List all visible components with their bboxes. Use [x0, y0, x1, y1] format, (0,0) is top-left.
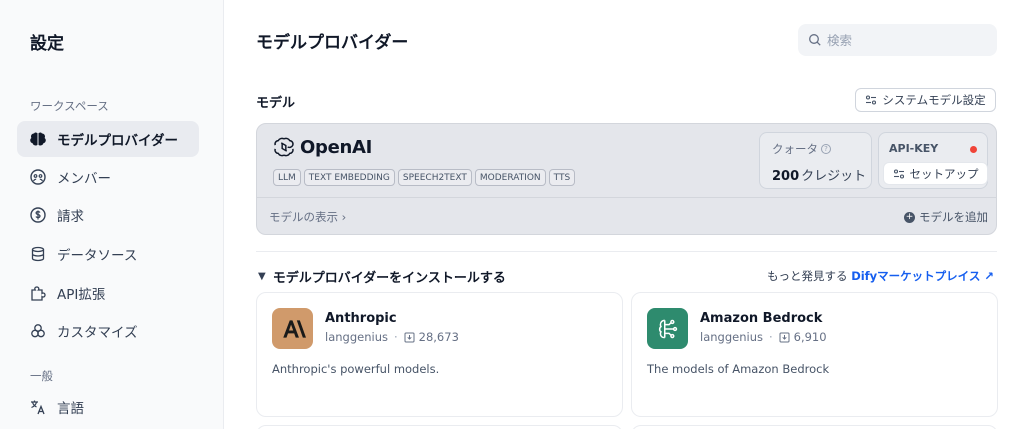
- section-workspace-label: ワークスペース: [30, 98, 109, 114]
- external-link-icon: ↗: [984, 269, 994, 283]
- tag-tts: TTS: [549, 169, 576, 186]
- openai-provider-card: OpenAI LLM TEXT EMBEDDING SPEECH2TEXT MO…: [256, 123, 997, 235]
- chevron-right-icon: ›: [342, 210, 347, 224]
- sidebar-item-language[interactable]: 言語: [17, 389, 199, 425]
- search-icon: [808, 33, 822, 47]
- sidebar-item-label: 請求: [57, 205, 84, 225]
- members-icon: [29, 168, 47, 186]
- plugin-name: Anthropic: [325, 311, 397, 326]
- plugin-meta: langgenius · 6,910: [700, 330, 827, 344]
- sidebar-item-customize[interactable]: カスタマイズ: [17, 313, 199, 349]
- download-icon: [779, 332, 790, 343]
- marketplace-link[interactable]: Difyマーケットプレイス ↗: [851, 269, 994, 283]
- sidebar-item-data-source[interactable]: データソース: [17, 236, 199, 272]
- api-key-panel: API-KEY セットアップ: [878, 132, 988, 189]
- sidebar-item-model-provider[interactable]: モデルプロバイダー: [17, 121, 199, 157]
- quota-label: クォータ ?: [772, 141, 831, 157]
- setup-label: セットアップ: [910, 166, 979, 182]
- system-model-settings-button[interactable]: システムモデル設定: [855, 88, 996, 112]
- quota-value: 200クレジット: [772, 165, 866, 184]
- plugin-card-partial[interactable]: [256, 425, 623, 429]
- plus-circle-icon: +: [904, 212, 915, 223]
- models-heading: モデル: [256, 92, 295, 111]
- puzzle-icon: [29, 284, 47, 302]
- status-dot: [970, 146, 977, 153]
- sidebar-item-label: メンバー: [57, 167, 111, 187]
- sliders-icon: [893, 168, 905, 180]
- brain-icon: [29, 130, 47, 148]
- add-model-button[interactable]: + モデルを追加: [904, 209, 988, 225]
- plugin-card-anthropic[interactable]: Anthropic langgenius · 28,673 Anthropic'…: [256, 292, 623, 417]
- database-icon: [29, 245, 47, 263]
- quota-panel: クォータ ? 200クレジット: [759, 132, 872, 189]
- sidebar-item-label: データソース: [57, 244, 137, 264]
- bedrock-logo-icon: [647, 308, 688, 349]
- sidebar-item-label: 言語: [57, 397, 84, 417]
- help-icon[interactable]: ?: [821, 144, 831, 154]
- search-input[interactable]: [827, 33, 987, 48]
- sidebar-item-api-extension[interactable]: API拡張: [17, 275, 199, 311]
- setup-button[interactable]: セットアップ: [883, 162, 988, 185]
- tag-speech2text: SPEECH2TEXT: [398, 169, 472, 186]
- plugin-author: langgenius: [325, 330, 388, 344]
- openai-logo: OpenAI: [273, 136, 372, 158]
- anthropic-logo-icon: [272, 308, 313, 349]
- provider-name: OpenAI: [300, 137, 372, 158]
- plugin-author: langgenius: [700, 330, 763, 344]
- sidebar-item-label: API拡張: [57, 283, 105, 303]
- search-box[interactable]: [798, 24, 997, 56]
- plugin-downloads: 28,673: [419, 330, 459, 344]
- sliders-icon: [865, 94, 877, 106]
- tag-text-embedding: TEXT EMBEDDING: [304, 169, 395, 186]
- openai-icon: [273, 136, 295, 158]
- main-content: モデルプロバイダー モデル システムモデル設定 OpenAI LLM TEXT …: [224, 0, 1024, 429]
- install-heading: モデルプロバイダーをインストールする: [273, 267, 506, 286]
- language-icon: [29, 398, 47, 416]
- settings-title: 設定: [30, 29, 64, 54]
- plugin-description: Anthropic's powerful models.: [272, 362, 439, 376]
- chevron-down-icon: ▼: [258, 271, 266, 282]
- sidebar-item-members[interactable]: メンバー: [17, 159, 199, 195]
- provider-card-footer: モデルの表示 › + モデルを追加: [257, 197, 996, 234]
- plugin-description: The models of Amazon Bedrock: [647, 362, 829, 376]
- discover-more: もっと発見する Difyマーケットプレイス ↗: [767, 268, 994, 284]
- plugin-meta: langgenius · 28,673: [325, 330, 459, 344]
- plugin-name: Amazon Bedrock: [700, 311, 822, 326]
- billing-icon: [29, 206, 47, 224]
- plugin-downloads: 6,910: [794, 330, 827, 344]
- section-general-label: 一般: [30, 368, 53, 384]
- download-icon: [404, 332, 415, 343]
- customize-icon: [29, 322, 47, 340]
- capability-tags: LLM TEXT EMBEDDING SPEECH2TEXT MODERATIO…: [273, 169, 575, 186]
- discover-prefix: もっと発見する: [767, 269, 848, 283]
- page-title: モデルプロバイダー: [256, 28, 408, 53]
- sidebar-item-label: モデルプロバイダー: [57, 129, 178, 149]
- tag-moderation: MODERATION: [475, 169, 546, 186]
- divider: [256, 251, 997, 252]
- sidebar-item-label: カスタマイズ: [57, 321, 138, 341]
- sidebar: 設定 ワークスペース モデルプロバイダー メンバー 請求 データソース API拡…: [0, 0, 224, 429]
- system-model-settings-label: システムモデル設定: [882, 92, 985, 108]
- sidebar-item-billing[interactable]: 請求: [17, 197, 199, 233]
- install-section-toggle[interactable]: ▼ モデルプロバイダーをインストールする: [258, 267, 506, 286]
- plugin-card-partial[interactable]: [631, 425, 998, 429]
- add-model-label: モデルを追加: [919, 209, 988, 225]
- plugin-card-amazon-bedrock[interactable]: Amazon Bedrock langgenius · 6,910 The mo…: [631, 292, 998, 417]
- show-models-link[interactable]: モデルの表示 ›: [269, 209, 346, 225]
- api-key-label: API-KEY: [889, 142, 938, 155]
- tag-llm: LLM: [273, 169, 301, 186]
